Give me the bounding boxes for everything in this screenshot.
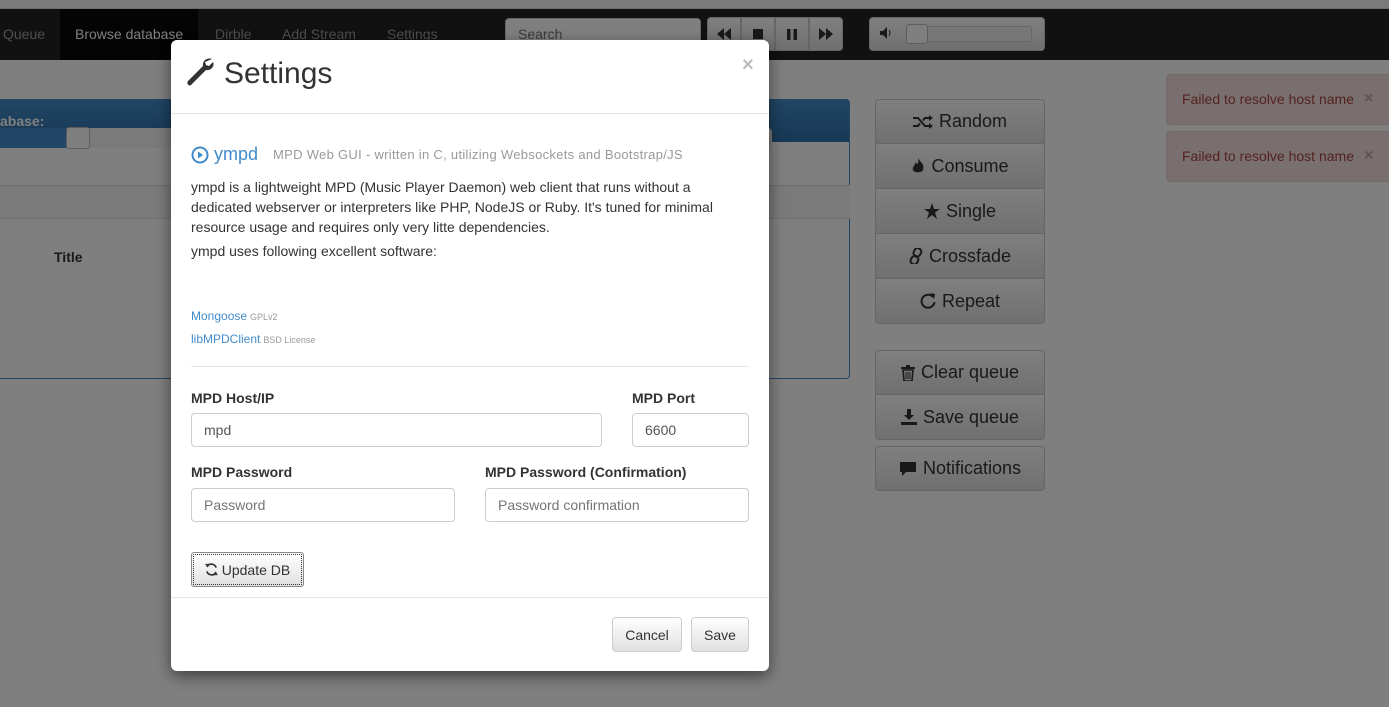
library-link[interactable]: Mongoose xyxy=(191,309,247,323)
description: ympd is a lightweight MPD (Music Player … xyxy=(191,179,713,235)
library-item: libMPDClient BSD License xyxy=(191,332,315,346)
cancel-button[interactable]: Cancel xyxy=(612,617,682,652)
uses-text: ympd uses following excellent software: xyxy=(191,243,437,259)
port-label: MPD Port xyxy=(632,390,695,406)
host-input[interactable] xyxy=(191,413,602,447)
update-db-label: Update DB xyxy=(221,561,291,578)
password-confirm-label: MPD Password (Confirmation) xyxy=(485,464,687,480)
library-license: GPLv2 xyxy=(250,312,278,322)
refresh-icon xyxy=(204,563,218,576)
modal-title: Settings xyxy=(224,57,333,90)
library-item: Mongoose GPLv2 xyxy=(191,309,278,323)
brand-subtitle: MPD Web GUI - written in C, utilizing We… xyxy=(273,147,683,162)
play-circle-icon xyxy=(191,146,209,163)
divider xyxy=(191,366,749,367)
library-link[interactable]: libMPDClient xyxy=(191,332,260,346)
wrench-icon xyxy=(187,58,214,86)
brand-name: ympd xyxy=(214,144,259,164)
password-field[interactable] xyxy=(191,488,455,522)
update-db-button[interactable]: Update DB xyxy=(191,552,304,587)
modal-footer: Cancel Save xyxy=(171,597,769,671)
host-label: MPD Host/IP xyxy=(191,390,275,406)
library-license: BSD License xyxy=(263,335,316,345)
settings-modal: Settings × ympd MPD Web GUI - written in… xyxy=(171,40,769,671)
brand-line: ympd MPD Web GUI - written in C, utilizi… xyxy=(191,144,683,165)
password-confirm-field[interactable] xyxy=(485,488,749,522)
save-button[interactable]: Save xyxy=(691,617,749,652)
close-icon[interactable]: × xyxy=(742,54,754,77)
port-input[interactable] xyxy=(632,413,749,447)
password-label: MPD Password xyxy=(191,464,293,480)
modal-header: Settings × xyxy=(171,40,769,114)
